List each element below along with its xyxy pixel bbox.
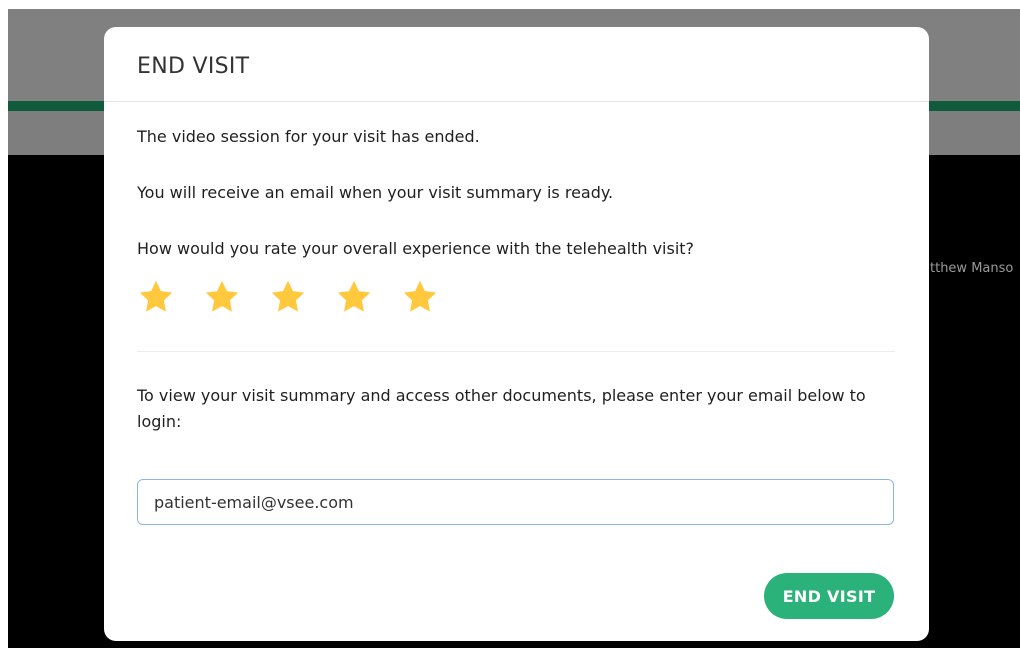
session-ended-text: The video session for your visit has end… — [137, 127, 480, 146]
modal-header-divider — [104, 101, 929, 102]
star-5[interactable] — [400, 277, 440, 317]
star-1[interactable] — [136, 277, 176, 317]
star-2[interactable] — [202, 277, 242, 317]
login-prompt: To view your visit summary and access ot… — [137, 386, 866, 431]
end-visit-button[interactable]: END VISIT — [764, 573, 894, 619]
email-input[interactable] — [137, 479, 894, 525]
star-rating — [136, 277, 466, 317]
star-3[interactable] — [268, 277, 308, 317]
star-icon — [271, 280, 305, 312]
rating-question: How would you rate your overall experien… — [137, 239, 695, 258]
email-notice-text: You will receive an email when your visi… — [137, 183, 614, 202]
star-icon — [139, 280, 173, 312]
end-visit-modal: END VISIT The video session for your vis… — [104, 27, 929, 641]
star-4[interactable] — [334, 277, 374, 317]
star-icon — [403, 280, 437, 312]
modal-title: END VISIT — [137, 54, 250, 79]
star-icon — [337, 280, 371, 312]
section-divider — [137, 351, 895, 352]
participant-name-label: tthew Manso — [930, 261, 1014, 276]
star-icon — [205, 280, 239, 312]
